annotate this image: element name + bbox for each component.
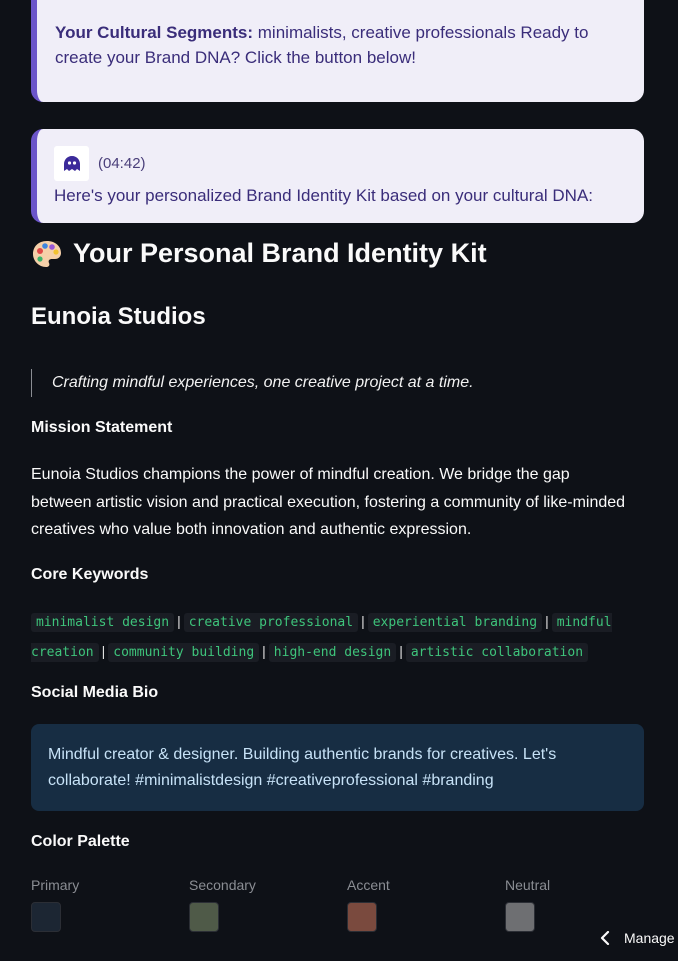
swatch-label: Accent: [347, 877, 390, 893]
page-title: Your Personal Brand Identity Kit: [31, 238, 487, 269]
keyword-separator: |: [399, 643, 403, 659]
message-timestamp: (04:42): [98, 155, 146, 172]
chat-message-user-segments: Your Cultural Segments: minimalists, cre…: [31, 0, 644, 102]
keyword-tag: experiential branding: [367, 613, 543, 632]
swatch-label: Neutral: [505, 877, 551, 893]
mission-text: Eunoia Studios champions the power of mi…: [31, 466, 626, 538]
swatch-secondary: Secondary: [189, 877, 256, 932]
keyword-separator: |: [545, 613, 549, 629]
tagline-quote: Crafting mindful experiences, one creati…: [31, 369, 474, 397]
swatch-primary: Primary: [31, 877, 79, 932]
assistant-avatar: [54, 146, 89, 181]
chevron-left-icon: [600, 931, 610, 945]
swatch-accent: Accent: [347, 877, 390, 932]
swatch-label: Primary: [31, 877, 80, 893]
keyword-tag: minimalist design: [31, 613, 175, 632]
keyword-separator: |: [262, 643, 266, 659]
color-swatch: [31, 902, 61, 932]
page-title-text: Your Personal Brand Identity Kit: [73, 238, 487, 268]
social-bio-box: Mindful creator & designer. Building aut…: [31, 724, 644, 811]
chat-message-assistant: (04:42) Here's your personalized Brand I…: [31, 129, 644, 223]
assistant-message-text: Here's your personalized Brand Identity …: [54, 186, 594, 205]
keyword-separator: |: [101, 643, 106, 659]
keyword-separator: |: [361, 613, 365, 629]
keyword-tag: artistic collaboration: [405, 643, 589, 662]
brand-name: Eunoia Studios: [31, 303, 206, 330]
keyword-separator: |: [177, 613, 181, 629]
swatch-label: Secondary: [189, 877, 256, 893]
keyword-tag: community building: [108, 643, 260, 662]
manage-app-button[interactable]: Manage app: [600, 924, 678, 952]
color-swatch: [505, 902, 535, 932]
mission-heading: Mission Statement: [31, 419, 173, 436]
segments-label: Your Cultural Segments:: [55, 23, 254, 42]
ghost-bot-icon: [63, 156, 80, 171]
palette-icon: [33, 240, 61, 267]
keywords-heading: Core Keywords: [31, 566, 149, 583]
manage-app-label: Manage app: [624, 930, 678, 946]
keyword-tag: creative professional: [183, 613, 359, 632]
keyword-tag: high-end design: [268, 643, 397, 662]
keyword-list: minimalist design | creative professional |…: [31, 607, 631, 667]
color-swatch: [347, 902, 377, 932]
bio-heading: Social Media Bio: [31, 684, 159, 701]
color-swatch: [189, 902, 219, 932]
palette-heading: Color Palette: [31, 833, 130, 850]
swatch-neutral: Neutral: [505, 877, 550, 932]
